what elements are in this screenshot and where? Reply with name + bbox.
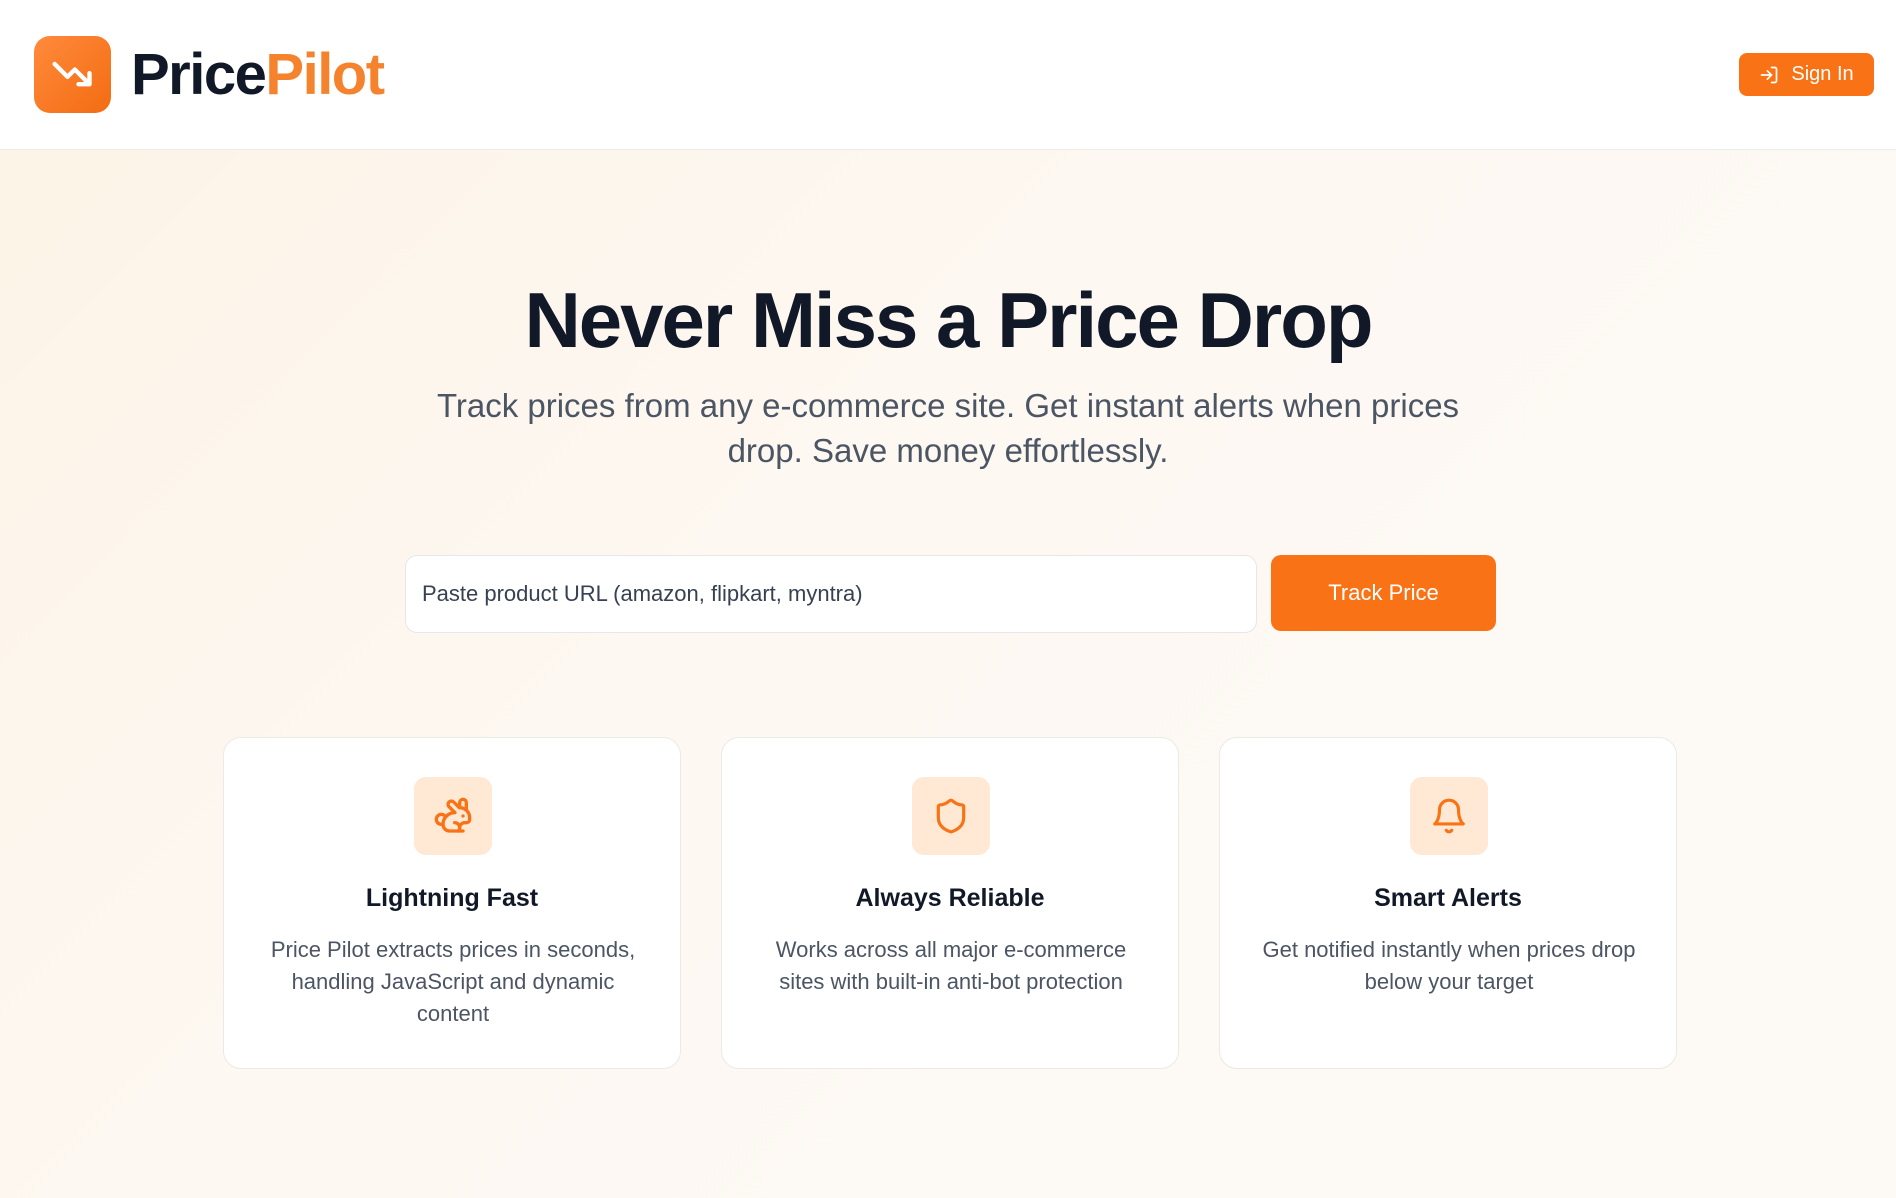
- sign-in-button[interactable]: Sign In: [1739, 53, 1874, 96]
- shield-icon: [912, 777, 990, 855]
- track-price-button[interactable]: Track Price: [1271, 555, 1496, 631]
- brand-logo[interactable]: PricePilot: [131, 40, 385, 110]
- feature-title: Lightning Fast: [365, 884, 539, 912]
- trending-down-icon[interactable]: [34, 36, 111, 113]
- feature-description: Works across all major e-commerce sites …: [775, 937, 1127, 994]
- feature-title: Smart Alerts: [1374, 884, 1522, 912]
- hero-subtitle: Track prices from any e-commerce site. G…: [436, 387, 1460, 469]
- brand-name-pilot: Pilot: [265, 42, 385, 107]
- feature-title: Always Reliable: [855, 884, 1045, 912]
- feature-card-smart-alerts: Smart Alerts Get notified instantly when…: [1219, 737, 1677, 1069]
- hero-title: Never Miss a Price Drop: [524, 276, 1373, 364]
- rabbit-icon: [414, 777, 492, 855]
- sign-in-label: Sign In: [1791, 63, 1854, 85]
- feature-card-lightning-fast: Lightning Fast Price Pilot extracts pric…: [223, 737, 681, 1069]
- site-header: PricePilot Sign In: [0, 0, 1896, 150]
- bell-icon: [1410, 777, 1488, 855]
- brand-name-price: Price: [131, 42, 267, 107]
- feature-card-always-reliable: Always Reliable Works across all major e…: [721, 737, 1179, 1069]
- log-in-icon: [1759, 65, 1779, 85]
- feature-description: Get notified instantly when prices drop …: [1262, 937, 1636, 994]
- product-url-input[interactable]: [405, 555, 1257, 633]
- feature-description: Price Pilot extracts prices in seconds, …: [270, 937, 636, 1026]
